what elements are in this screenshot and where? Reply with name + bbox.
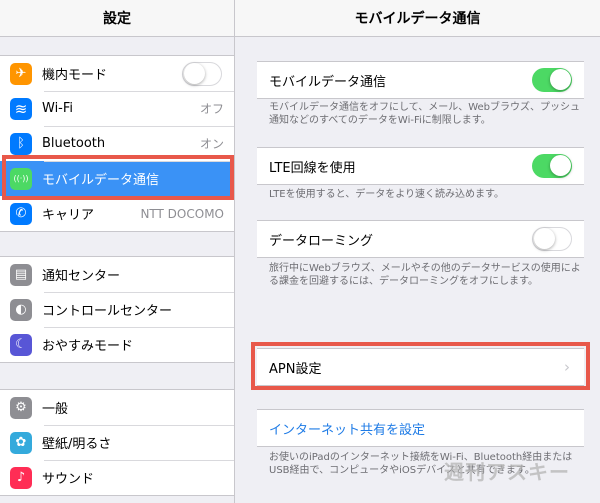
hotspot-setup-link[interactable]: インターネット共有を設定	[257, 419, 584, 438]
mobile-data-note: モバイルデータ通信をオフにして、メール、Webブラウズ、プッシュ通知などのすべて…	[269, 102, 581, 126]
carrier-name: NTT DOCOMO	[140, 206, 224, 221]
mobile-data-toggle[interactable]	[532, 68, 572, 92]
mobile-data-row: モバイルデータ通信	[257, 61, 584, 99]
sidebar-item-label: コントロールセンター	[42, 304, 173, 319]
sidebar-item-sounds[interactable]: ♪ サウンド	[0, 460, 234, 495]
lte-note: LTEを使用すると、データをより速く読み込めます。	[269, 189, 505, 200]
moon-icon: ☾	[10, 333, 32, 356]
sidebar-item-label: サウンド	[42, 472, 95, 487]
sidebar-group-connectivity: ✈ 機内モード ≋ Wi-Fi オフ ᛒ Bluetooth オン ((·)) …	[0, 55, 234, 232]
wallpaper-icon: ✿	[10, 431, 32, 454]
sidebar-item-control-center[interactable]: ◐ コントロールセンター	[0, 292, 234, 327]
notification-center-icon: ▤	[10, 263, 32, 286]
bluetooth-status: オン	[199, 137, 224, 151]
sidebar-item-do-not-disturb[interactable]: ☾ おやすみモード	[0, 327, 234, 362]
apn-settings-label: APN設定	[269, 361, 322, 377]
lte-row: LTE回線を使用	[257, 147, 584, 185]
phone-icon: ✆	[10, 202, 32, 225]
sidebar-item-label: Bluetooth	[42, 136, 106, 151]
lte-label: LTE回線を使用	[269, 160, 356, 176]
sidebar-item-wifi[interactable]: ≋ Wi-Fi オフ	[0, 91, 234, 126]
roaming-row: データローミング	[257, 220, 584, 258]
mobile-data-label: モバイルデータ通信	[269, 74, 387, 90]
sidebar-item-airplane-mode[interactable]: ✈ 機内モード	[0, 56, 234, 91]
mobile-data-pane: モバイルデータ通信 モバイルデータ通信 モバイルデータ通信をオフにして、メール、…	[235, 0, 600, 503]
pane-title: モバイルデータ通信	[235, 0, 600, 37]
sidebar-item-label: 壁紙/明るさ	[42, 437, 112, 452]
settings-sidebar: 設定 ✈ 機内モード ≋ Wi-Fi オフ ᛒ Bluetooth オン ((·…	[0, 0, 235, 503]
sidebar-item-general[interactable]: ⚙ 一般	[0, 390, 234, 425]
gear-icon: ⚙	[10, 396, 32, 419]
sidebar-item-label: 機内モード	[42, 68, 108, 83]
sidebar-item-label: 通知センター	[42, 269, 121, 284]
sidebar-group-general: ⚙ 一般 ✿ 壁紙/明るさ ♪ サウンド	[0, 389, 234, 496]
sidebar-item-label: キャリア	[42, 208, 95, 223]
sidebar-item-bluetooth[interactable]: ᛒ Bluetooth オン	[0, 126, 234, 161]
apn-settings-row[interactable]: APN設定 ›	[257, 348, 584, 386]
roaming-toggle[interactable]	[532, 227, 572, 251]
sidebar-item-carrier[interactable]: ✆ キャリア NTT DOCOMO	[0, 196, 234, 231]
airplane-mode-toggle[interactable]	[182, 61, 222, 86]
sidebar-item-notification-center[interactable]: ▤ 通知センター	[0, 257, 234, 292]
sidebar-item-mobile-data[interactable]: ((·)) モバイルデータ通信	[0, 161, 234, 196]
control-center-icon: ◐	[10, 298, 32, 321]
sidebar-item-label: モバイルデータ通信	[42, 173, 160, 188]
antenna-icon: ((·))	[10, 167, 32, 190]
wifi-icon: ≋	[10, 97, 32, 120]
roaming-label: データローミング	[269, 233, 374, 249]
bluetooth-icon: ᛒ	[10, 132, 32, 155]
airplane-icon: ✈	[10, 62, 32, 85]
sidebar-item-wallpaper[interactable]: ✿ 壁紙/明るさ	[0, 425, 234, 460]
wifi-status: オフ	[199, 102, 224, 116]
sidebar-item-label: おやすみモード	[42, 339, 134, 354]
roaming-note: 旅行中にWebブラウズ、メールやその他のデータサービスの使用による課金を回避する…	[269, 263, 581, 287]
sidebar-title: 設定	[0, 0, 234, 37]
hotspot-setup-row[interactable]: インターネット共有を設定	[257, 409, 584, 447]
speaker-icon: ♪	[10, 466, 32, 489]
lte-toggle[interactable]	[532, 154, 572, 178]
watermark-logo: 週刊アスキー	[444, 460, 570, 484]
sidebar-item-label: Wi-Fi	[42, 101, 74, 116]
sidebar-item-label: 一般	[42, 402, 69, 417]
chevron-right-icon: ›	[564, 358, 570, 376]
sidebar-group-centers: ▤ 通知センター ◐ コントロールセンター ☾ おやすみモード	[0, 256, 234, 363]
